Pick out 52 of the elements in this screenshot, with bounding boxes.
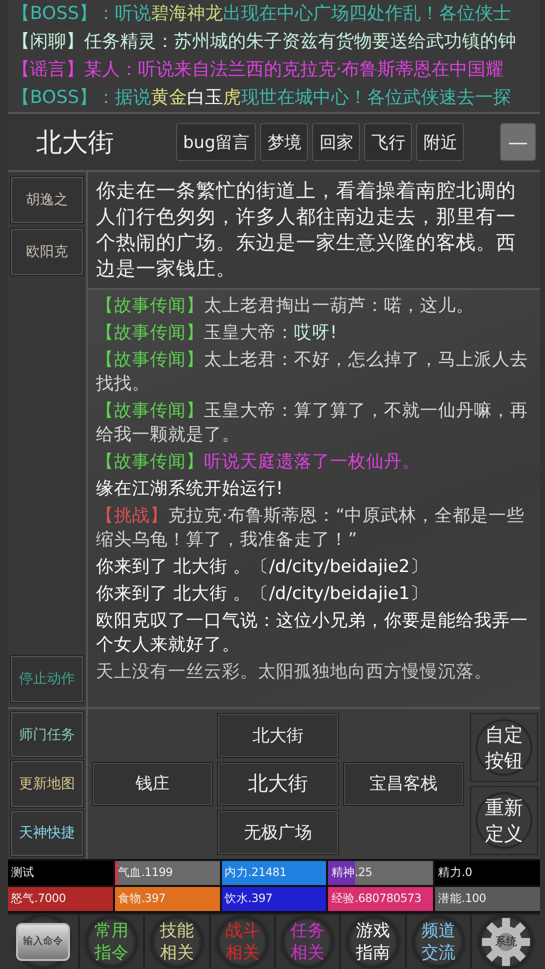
log-message: 【故事传闻】玉皇大帝：哎呀! <box>96 322 338 345</box>
stat-label: 精力.0 <box>437 865 472 879</box>
location-title: 北大街 <box>35 126 115 160</box>
stat-label: 测试 <box>10 865 34 879</box>
news-message: 【闲聊】任务精灵：苏州城的朱子资兹有货物要送给武功镇的钟 <box>12 30 517 54</box>
menu-button[interactable]: 常用指令 <box>80 915 144 969</box>
stat-label: 内力.21481 <box>224 865 286 879</box>
stat-label: 气血.1199 <box>116 865 173 879</box>
stat-label: 经验.680780573 <box>330 891 422 905</box>
log-message: 【挑战】克拉克·布鲁斯蒂恩：“中原武林，全都是一些缩头乌龟！算了，我准备走了！” <box>96 505 526 552</box>
system-gear-button[interactable]: 系统 <box>472 915 540 969</box>
header-button[interactable]: bug留言 <box>176 123 256 161</box>
news-message: 【BOSS】：听说碧海神龙出现在中心广场四处作乱！各位侠士 <box>12 2 512 26</box>
log-message: 你来到了 北大街 。〔/d/city/beidajie2〕 <box>96 556 429 579</box>
log-message: 缘在江湖系统开始运行! <box>96 478 284 501</box>
header-button[interactable]: 附近 <box>416 123 464 161</box>
menu-button[interactable]: 技能相关 <box>145 915 209 969</box>
news-message: 【BOSS】：据说黄金白玉虎现世在城中心！各位武侠速去一探 <box>12 86 512 110</box>
exit-button[interactable]: 无极广场 <box>217 810 339 855</box>
quick-action-button[interactable]: 停止动作 <box>10 655 84 703</box>
log-message: 【故事传闻】听说天庭遗落了一枚仙丹。 <box>96 451 421 474</box>
header-button[interactable]: 飞行 <box>364 123 412 161</box>
header-button[interactable]: 回家 <box>312 123 360 161</box>
npc-button[interactable]: 欧阳克 <box>10 228 84 276</box>
exit-button[interactable]: 北大街 <box>217 713 339 758</box>
stat-label: 怒气.7000 <box>10 891 66 905</box>
news-message: 【谣言】某人：听说来自法兰西的克拉克·布鲁斯蒂恩在中国耀 <box>12 58 505 82</box>
current-room-button[interactable]: 北大街 <box>217 762 339 806</box>
log-message: 你来到了 北大街 。〔/d/city/beidajie1〕 <box>96 583 429 606</box>
custom-button[interactable]: 重新定义 <box>470 786 538 855</box>
log-message: 【故事传闻】太上老君：不好，怎么掉了，马上派人去找找。 <box>96 349 529 396</box>
log-message: 天上没有一丝云彩。太阳孤独地向西方慢慢沉落。 <box>96 661 493 684</box>
quick-action-button[interactable]: 更新地图 <box>10 760 84 808</box>
quick-action-button[interactable]: 天神快捷 <box>10 810 84 857</box>
command-input-button[interactable]: 输入命令 <box>8 915 78 969</box>
stat-label: 食物.397 <box>116 891 166 905</box>
log-message: 欧阳克叹了一口气说：这位小兄弟，你要是能给我弄一个女人来就好了。 <box>96 610 529 657</box>
npc-button[interactable]: 胡逸之 <box>10 176 84 224</box>
menu-button[interactable]: 频道交流 <box>406 915 470 969</box>
room-description: 你走在一条繁忙的街道上，看着操着南腔北调的人们行色匆匆，许多人都往南边走去，那里有一个热闹的广场。东边是一家生意兴隆的客栈。西边是一家钱庄。 <box>88 172 540 290</box>
log-message: 【故事传闻】太上老君掏出一葫芦：喏，这儿。 <box>96 295 475 318</box>
exit-button[interactable]: 钱庄 <box>92 762 214 806</box>
stat-label: 精神.25 <box>330 865 372 879</box>
log-message: 【故事传闻】玉皇大帝：算了算了，不就一仙丹嘛，再给我一颗就是了。 <box>96 400 529 447</box>
stat-label: 潜能.100 <box>437 891 486 905</box>
quick-action-button[interactable]: 师门任务 <box>10 711 84 758</box>
collapse-button[interactable]: — <box>500 123 536 161</box>
menu-button[interactable]: 游戏指南 <box>341 915 405 969</box>
stat-label: 饮水.397 <box>224 891 272 905</box>
exit-button[interactable]: 宝昌客栈 <box>342 762 464 806</box>
custom-button[interactable]: 自定按钮 <box>470 713 538 782</box>
header-button[interactable]: 梦境 <box>260 123 308 161</box>
